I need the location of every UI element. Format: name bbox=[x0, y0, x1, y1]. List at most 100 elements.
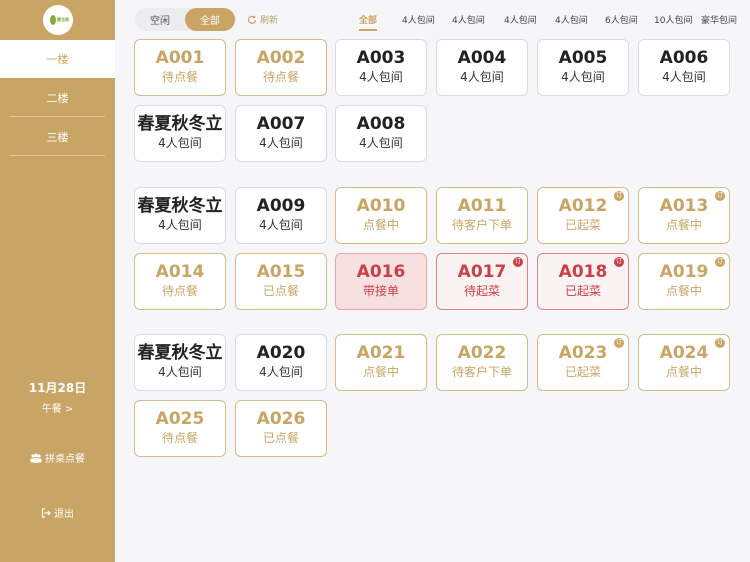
filter-tab-all[interactable]: 全部 bbox=[359, 13, 377, 26]
table-name: A016 bbox=[356, 262, 406, 282]
table-card[interactable]: A014 待点餐 bbox=[134, 253, 226, 310]
toggle-idle[interactable]: 空闲 bbox=[135, 8, 185, 31]
table-card[interactable]: 订 A019 点餐中 bbox=[638, 253, 730, 310]
table-status: 点餐中 bbox=[665, 218, 702, 232]
table-status: 4人包间 bbox=[259, 365, 303, 379]
brand-logo: 腾龙阁 bbox=[43, 5, 73, 35]
table-status: 待起菜 bbox=[463, 284, 500, 298]
date-text: 11月28日 bbox=[28, 381, 87, 395]
meal-selector[interactable]: 午餐 > bbox=[0, 400, 115, 415]
filter-tab[interactable]: 4人包间 bbox=[504, 13, 537, 26]
table-status: 点餐中 bbox=[665, 284, 702, 298]
active-tab-indicator bbox=[359, 29, 377, 31]
table-name: A002 bbox=[256, 48, 306, 68]
table-card[interactable]: A004 4人包间 bbox=[436, 39, 528, 96]
table-card[interactable]: A007 4人包间 bbox=[235, 105, 327, 162]
table-card[interactable]: A025 待点餐 bbox=[134, 400, 226, 457]
filter-tab[interactable]: 6人包间 bbox=[605, 13, 638, 26]
table-name: A022 bbox=[457, 343, 507, 363]
table-status: 4人包间 bbox=[460, 70, 504, 84]
table-name: A015 bbox=[256, 262, 306, 282]
table-card[interactable]: A006 4人包间 bbox=[638, 39, 730, 96]
toggle-all[interactable]: 全部 bbox=[185, 8, 235, 31]
table-card[interactable]: 春夏秋冬立 4人包间 bbox=[134, 187, 226, 244]
table-card[interactable]: A008 4人包间 bbox=[335, 105, 427, 162]
table-card[interactable]: A003 4人包间 bbox=[335, 39, 427, 96]
table-card[interactable]: 订 A023 已起菜 bbox=[537, 334, 629, 391]
table-status: 4人包间 bbox=[259, 218, 303, 232]
table-status: 4人包间 bbox=[662, 70, 706, 84]
table-card[interactable]: 订 A018 已起菜 bbox=[537, 253, 629, 310]
floor-item-1[interactable]: 一楼 bbox=[0, 40, 115, 78]
table-name: 春夏秋冬立 bbox=[137, 343, 223, 363]
filter-tab[interactable]: 4人包间 bbox=[555, 13, 588, 26]
table-status: 待客户下单 bbox=[451, 218, 512, 232]
table-status: 已点餐 bbox=[262, 431, 299, 445]
table-name: A026 bbox=[256, 409, 306, 429]
reserved-badge-icon: 订 bbox=[715, 338, 725, 348]
group-icon bbox=[30, 453, 42, 463]
exit-button[interactable]: 退出 bbox=[0, 505, 115, 520]
table-status: 4人包间 bbox=[158, 218, 202, 232]
reserved-badge-icon: 订 bbox=[513, 257, 523, 267]
table-card[interactable]: A021 点餐中 bbox=[335, 334, 427, 391]
table-status: 待点餐 bbox=[262, 70, 299, 84]
status-toggle: 空闲 全部 bbox=[135, 8, 236, 31]
table-card[interactable]: A020 4人包间 bbox=[235, 334, 327, 391]
table-name: A009 bbox=[256, 196, 306, 216]
table-card[interactable]: 订 A017 待起菜 bbox=[436, 253, 528, 310]
filter-tab[interactable]: 10人包间 bbox=[654, 13, 692, 26]
refresh-button[interactable]: 刷新 bbox=[247, 13, 278, 26]
table-status: 已起菜 bbox=[564, 284, 601, 298]
table-card[interactable]: A001 待点餐 bbox=[134, 39, 226, 96]
table-name: 春夏秋冬立 bbox=[137, 114, 223, 134]
filter-tab[interactable]: 豪华包间 bbox=[701, 13, 750, 26]
reserved-badge-icon: 订 bbox=[715, 257, 725, 267]
table-status: 点餐中 bbox=[362, 218, 399, 232]
table-card[interactable]: 订 A024 点餐中 bbox=[638, 334, 730, 391]
reserved-badge-icon: 订 bbox=[715, 191, 725, 201]
floor-item-3[interactable]: 三楼 bbox=[0, 118, 115, 156]
table-card[interactable]: A022 待客户下单 bbox=[436, 334, 528, 391]
table-name: A001 bbox=[155, 48, 205, 68]
table-card[interactable]: A016 带接单 bbox=[335, 253, 427, 310]
table-card[interactable]: 订 A013 点餐中 bbox=[638, 187, 730, 244]
table-name: A011 bbox=[457, 196, 507, 216]
table-name: A004 bbox=[457, 48, 507, 68]
table-card[interactable]: 春夏秋冬立 4人包间 bbox=[134, 105, 226, 162]
share-table-button[interactable]: 拼桌点餐 bbox=[0, 450, 115, 465]
refresh-label: 刷新 bbox=[260, 16, 279, 26]
table-card[interactable]: 春夏秋冬立 4人包间 bbox=[134, 334, 226, 391]
table-name: A010 bbox=[356, 196, 406, 216]
table-status: 已点餐 bbox=[262, 284, 299, 298]
sidebar: 腾龙阁 一楼 二楼 三楼 11月28日 午餐 > 拼桌点餐 退出 bbox=[0, 0, 115, 562]
floor-label: 二楼 bbox=[46, 92, 69, 105]
table-status: 待客户下单 bbox=[451, 365, 512, 379]
table-card[interactable]: A015 已点餐 bbox=[235, 253, 327, 310]
table-card[interactable]: A026 已点餐 bbox=[235, 400, 327, 457]
table-status: 待点餐 bbox=[161, 431, 198, 445]
table-card[interactable]: A011 待客户下单 bbox=[436, 187, 528, 244]
filter-tab[interactable]: 4人包间 bbox=[452, 13, 485, 26]
table-card[interactable]: 订 A012 已起菜 bbox=[537, 187, 629, 244]
table-status: 已起菜 bbox=[564, 218, 601, 232]
table-name: A014 bbox=[155, 262, 205, 282]
exit-label: 退出 bbox=[54, 509, 74, 520]
table-card[interactable]: A009 4人包间 bbox=[235, 187, 327, 244]
divider bbox=[10, 155, 105, 156]
table-name: A003 bbox=[356, 48, 406, 68]
table-status: 带接单 bbox=[362, 284, 399, 298]
filter-tab[interactable]: 4人包间 bbox=[402, 13, 435, 26]
reserved-badge-icon: 订 bbox=[614, 338, 624, 348]
table-name: A020 bbox=[256, 343, 306, 363]
table-card[interactable]: A005 4人包间 bbox=[537, 39, 629, 96]
table-card[interactable]: A010 点餐中 bbox=[335, 187, 427, 244]
table-card[interactable]: A002 待点餐 bbox=[235, 39, 327, 96]
table-name: 春夏秋冬立 bbox=[137, 196, 223, 216]
floor-item-2[interactable]: 二楼 bbox=[0, 79, 115, 117]
table-name: A025 bbox=[155, 409, 205, 429]
table-status: 4人包间 bbox=[259, 136, 303, 150]
table-name: A006 bbox=[659, 48, 709, 68]
table-status: 点餐中 bbox=[362, 365, 399, 379]
table-status: 4人包间 bbox=[158, 136, 202, 150]
